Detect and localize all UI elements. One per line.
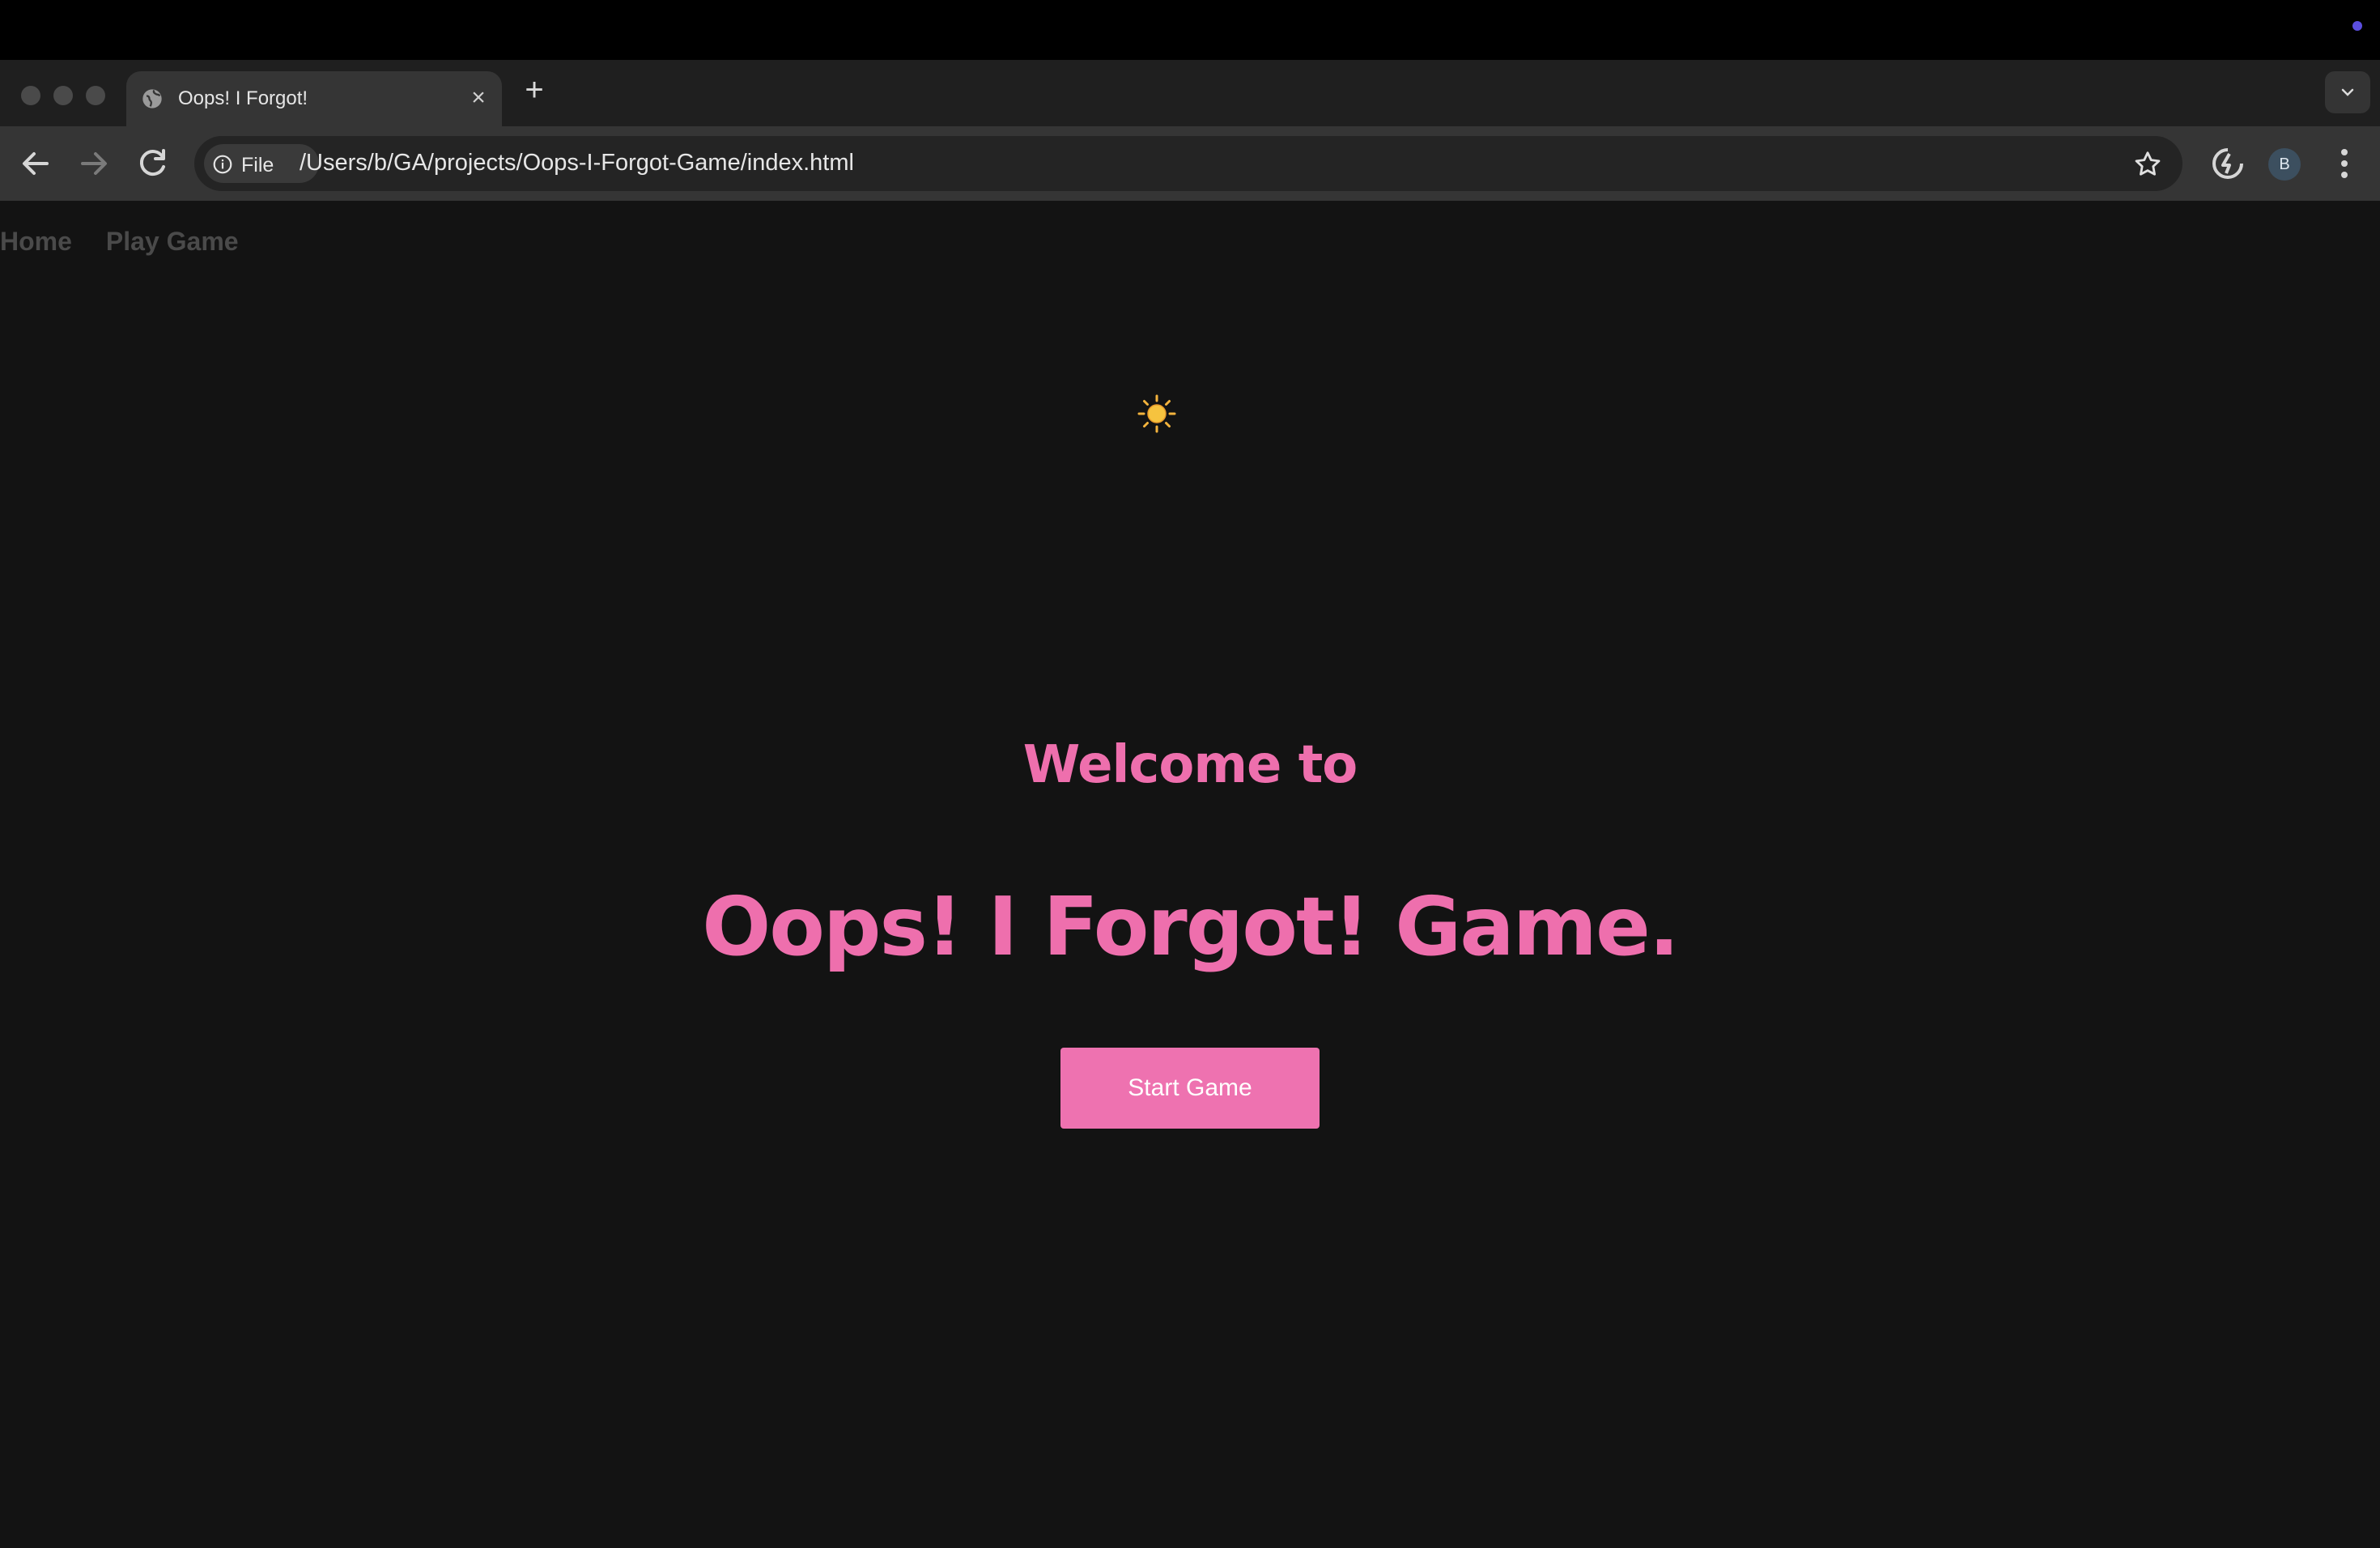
globe-icon bbox=[142, 89, 162, 108]
maximize-window-button[interactable] bbox=[86, 86, 105, 105]
nav-play-game-link[interactable]: Play Game bbox=[106, 227, 239, 257]
address-bar[interactable]: File /Users/b/GA/projects/Oops-I-Forgot-… bbox=[194, 136, 2182, 191]
minimize-window-button[interactable] bbox=[53, 86, 73, 105]
status-dot-icon bbox=[2352, 21, 2362, 31]
tab-strip: Oops! I Forgot! × + bbox=[0, 60, 2380, 126]
welcome-heading: Welcome to bbox=[1022, 735, 1358, 795]
file-chip-label: File bbox=[241, 154, 274, 176]
close-window-button[interactable] bbox=[21, 86, 40, 105]
start-game-button[interactable]: Start Game bbox=[1060, 1048, 1320, 1129]
site-nav: Home Play Game bbox=[0, 227, 239, 257]
active-tab[interactable]: Oops! I Forgot! × bbox=[126, 71, 502, 126]
browser-toolbar: File /Users/b/GA/projects/Oops-I-Forgot-… bbox=[0, 126, 2380, 201]
performance-icon[interactable] bbox=[2208, 144, 2247, 183]
game-title: Oops! I Forgot! Game. bbox=[702, 879, 1680, 974]
tab-search-button[interactable] bbox=[2325, 71, 2370, 113]
more-menu-icon[interactable] bbox=[2325, 144, 2364, 183]
tab-title: Oops! I Forgot! bbox=[178, 87, 308, 109]
sun-icon[interactable] bbox=[1137, 393, 1177, 434]
reload-icon[interactable] bbox=[133, 144, 172, 183]
nav-home-link[interactable]: Home bbox=[0, 227, 72, 257]
url-text[interactable]: /Users/b/GA/projects/Oops-I-Forgot-Game/… bbox=[300, 150, 854, 176]
forward-arrow-icon[interactable] bbox=[74, 144, 113, 183]
page-content: Home Play Game Welcome to Oops! I Forgot… bbox=[0, 201, 2380, 1548]
info-icon bbox=[213, 155, 232, 174]
close-tab-icon[interactable]: × bbox=[466, 86, 491, 110]
os-menu-bar bbox=[0, 0, 2380, 60]
bookmark-star-icon[interactable] bbox=[2132, 149, 2163, 180]
chevron-down-icon bbox=[2341, 88, 2354, 96]
back-arrow-icon[interactable] bbox=[16, 144, 55, 183]
new-tab-button[interactable]: + bbox=[520, 74, 549, 106]
profile-avatar[interactable]: B bbox=[2268, 148, 2301, 181]
